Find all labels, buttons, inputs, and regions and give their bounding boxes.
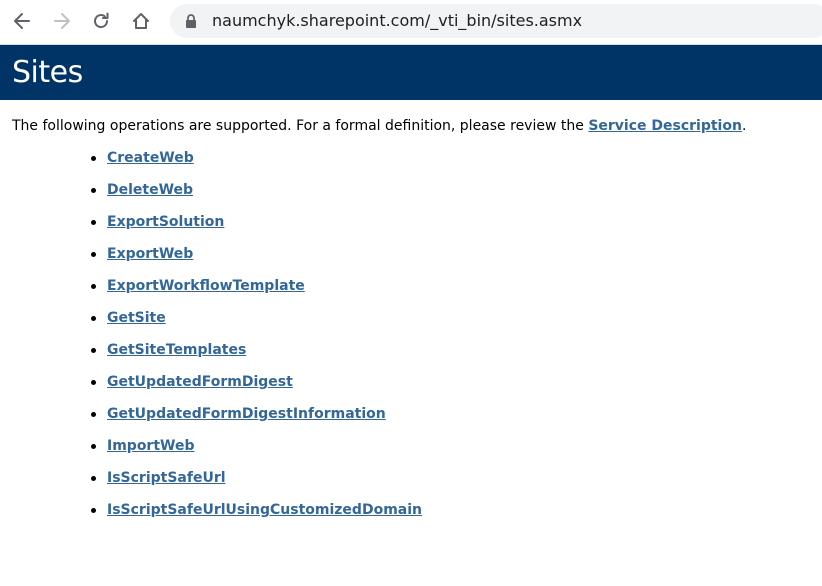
list-item: ExportWeb: [0, 244, 422, 276]
service-description-link[interactable]: Service Description: [588, 118, 742, 134]
reload-icon: [91, 11, 111, 31]
back-arrow-icon: [12, 11, 32, 31]
operations-list: CreateWeb DeleteWeb ExportSolution ExportWe…: [0, 148, 422, 532]
list-item: GetUpdatedFormDigest: [0, 372, 422, 404]
operation-link[interactable]: ExportWorkflowTemplate: [107, 278, 305, 294]
operation-link[interactable]: DeleteWeb: [107, 182, 193, 198]
forward-arrow-icon: [52, 11, 72, 31]
operation-link[interactable]: GetSite: [107, 310, 166, 326]
list-item: ExportWorkflowTemplate: [0, 276, 422, 308]
home-button[interactable]: [126, 6, 156, 36]
operation-link[interactable]: ExportWeb: [107, 246, 193, 262]
intro-end: .: [741, 118, 747, 134]
bullet-icon: [91, 348, 96, 353]
bullet-icon: [91, 476, 96, 481]
forward-button[interactable]: [47, 6, 77, 36]
list-item: ExportSolution: [0, 212, 422, 244]
list-item: IsScriptSafeUrlUsingCustomizedDomain: [0, 500, 422, 532]
bullet-icon: [91, 412, 96, 417]
list-item: GetSite: [0, 308, 422, 340]
bullet-icon: [91, 444, 96, 449]
list-item: ImportWeb: [0, 436, 422, 468]
browser-toolbar: naumchyk.sharepoint.com/_vti_bin/sites.a…: [0, 0, 822, 45]
operation-link[interactable]: GetUpdatedFormDigest: [107, 374, 293, 390]
operation-link[interactable]: IsScriptSafeUrl: [107, 470, 226, 486]
lock-icon[interactable]: [184, 14, 198, 33]
operation-link[interactable]: ExportSolution: [107, 214, 224, 230]
list-item: GetSiteTemplates: [0, 340, 422, 372]
reload-button[interactable]: [86, 6, 116, 36]
address-bar[interactable]: naumchyk.sharepoint.com/_vti_bin/sites.a…: [170, 4, 822, 38]
list-item: IsScriptSafeUrl: [0, 468, 422, 500]
page-title: Sites: [12, 55, 83, 90]
back-button[interactable]: [7, 6, 37, 36]
bullet-icon: [91, 508, 96, 513]
operation-link[interactable]: GetSiteTemplates: [107, 342, 246, 358]
operation-link[interactable]: GetUpdatedFormDigestInformation: [107, 406, 386, 422]
operation-link[interactable]: ImportWeb: [107, 438, 195, 454]
page-banner: Sites: [0, 45, 822, 100]
intro-text: The following operations are supported. …: [12, 118, 584, 134]
list-item: DeleteWeb: [0, 180, 422, 212]
bullet-icon: [91, 316, 96, 321]
list-item: CreateWeb: [0, 148, 422, 180]
intro-paragraph: The following operations are supported. …: [12, 116, 812, 136]
bullet-icon: [91, 252, 96, 257]
home-icon: [131, 11, 151, 31]
bullet-icon: [91, 188, 96, 193]
bullet-icon: [91, 284, 96, 289]
bullet-icon: [91, 156, 96, 161]
operation-link[interactable]: CreateWeb: [107, 150, 194, 166]
bullet-icon: [91, 220, 96, 225]
list-item: GetUpdatedFormDigestInformation: [0, 404, 422, 436]
operation-link[interactable]: IsScriptSafeUrlUsingCustomizedDomain: [107, 502, 422, 518]
bullet-icon: [91, 380, 96, 385]
address-bar-url[interactable]: naumchyk.sharepoint.com/_vti_bin/sites.a…: [212, 4, 582, 38]
